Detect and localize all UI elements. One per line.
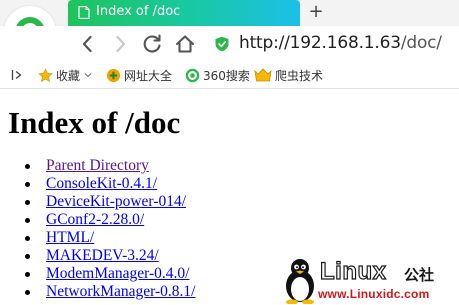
home-icon[interactable]	[173, 32, 197, 56]
plus-circle-icon	[106, 68, 121, 82]
refresh-icon[interactable]	[140, 32, 164, 56]
bookmark-360-search[interactable]: 360搜索	[185, 66, 250, 84]
bookmark-crawler-tech[interactable]: 爬虫技术	[254, 66, 323, 84]
bookmarks-bar: 收藏 网址大全 360搜索 爬虫技术	[0, 62, 459, 89]
directory-link[interactable]: ModemManager-0.4.0/	[46, 265, 189, 283]
360-search-icon	[185, 68, 200, 82]
back-icon[interactable]	[76, 32, 100, 56]
watermark-brand-cn: 公社	[404, 266, 435, 284]
navigation-bar: http://192.168.1.63/doc/	[0, 26, 459, 62]
penguin-icon	[286, 259, 314, 304]
chevron-down-icon	[84, 73, 92, 78]
url-path: /doc/	[400, 33, 442, 53]
folder-crown-icon	[254, 67, 272, 81]
tab-title: Index of /doc	[96, 4, 181, 19]
bookmark-label: 收藏	[56, 68, 81, 83]
directory-link[interactable]: HTML/	[46, 229, 94, 247]
forward-icon[interactable]	[108, 32, 132, 56]
watermark: Linux 公社 www.Linuxidc.com	[282, 256, 459, 305]
page-title: Index of /doc	[8, 105, 181, 140]
url-host: http://192.168.1.63	[239, 33, 401, 53]
directory-link[interactable]: NetworkManager-0.8.1/	[46, 283, 195, 301]
bookmark-favorites[interactable]: 收藏	[38, 66, 96, 84]
security-shield-icon[interactable]	[214, 36, 230, 52]
bookmark-label: 360搜索	[203, 68, 250, 83]
address-bar[interactable]: http://192.168.1.63/doc/	[208, 31, 459, 57]
active-tab[interactable]: Index of /doc	[68, 0, 300, 26]
directory-link[interactable]: ConsoleKit-0.4.1/	[46, 175, 157, 193]
parent-directory-link[interactable]: Parent Directory	[46, 157, 149, 175]
directory-link[interactable]: GConf2-2.28.0/	[46, 211, 144, 229]
tab-strip: Index of /doc +	[0, 0, 459, 26]
sidebar-toggle-icon[interactable]	[11, 69, 23, 81]
url-text[interactable]: http://192.168.1.63/doc/	[239, 33, 442, 53]
watermark-url: www.Linuxidc.com	[318, 287, 430, 301]
directory-link[interactable]: DeviceKit-power-014/	[46, 193, 186, 211]
bookmark-label: 网址大全	[124, 68, 173, 83]
bookmark-site-directory[interactable]: 网址大全	[106, 66, 172, 84]
bookmark-label: 爬虫技术	[275, 68, 324, 83]
page-icon	[78, 6, 90, 19]
star-icon	[38, 67, 53, 82]
new-tab-button[interactable]: +	[306, 0, 326, 26]
watermark-brand: Linux	[319, 257, 387, 285]
directory-link[interactable]: MAKEDEV-3.24/	[46, 247, 159, 265]
